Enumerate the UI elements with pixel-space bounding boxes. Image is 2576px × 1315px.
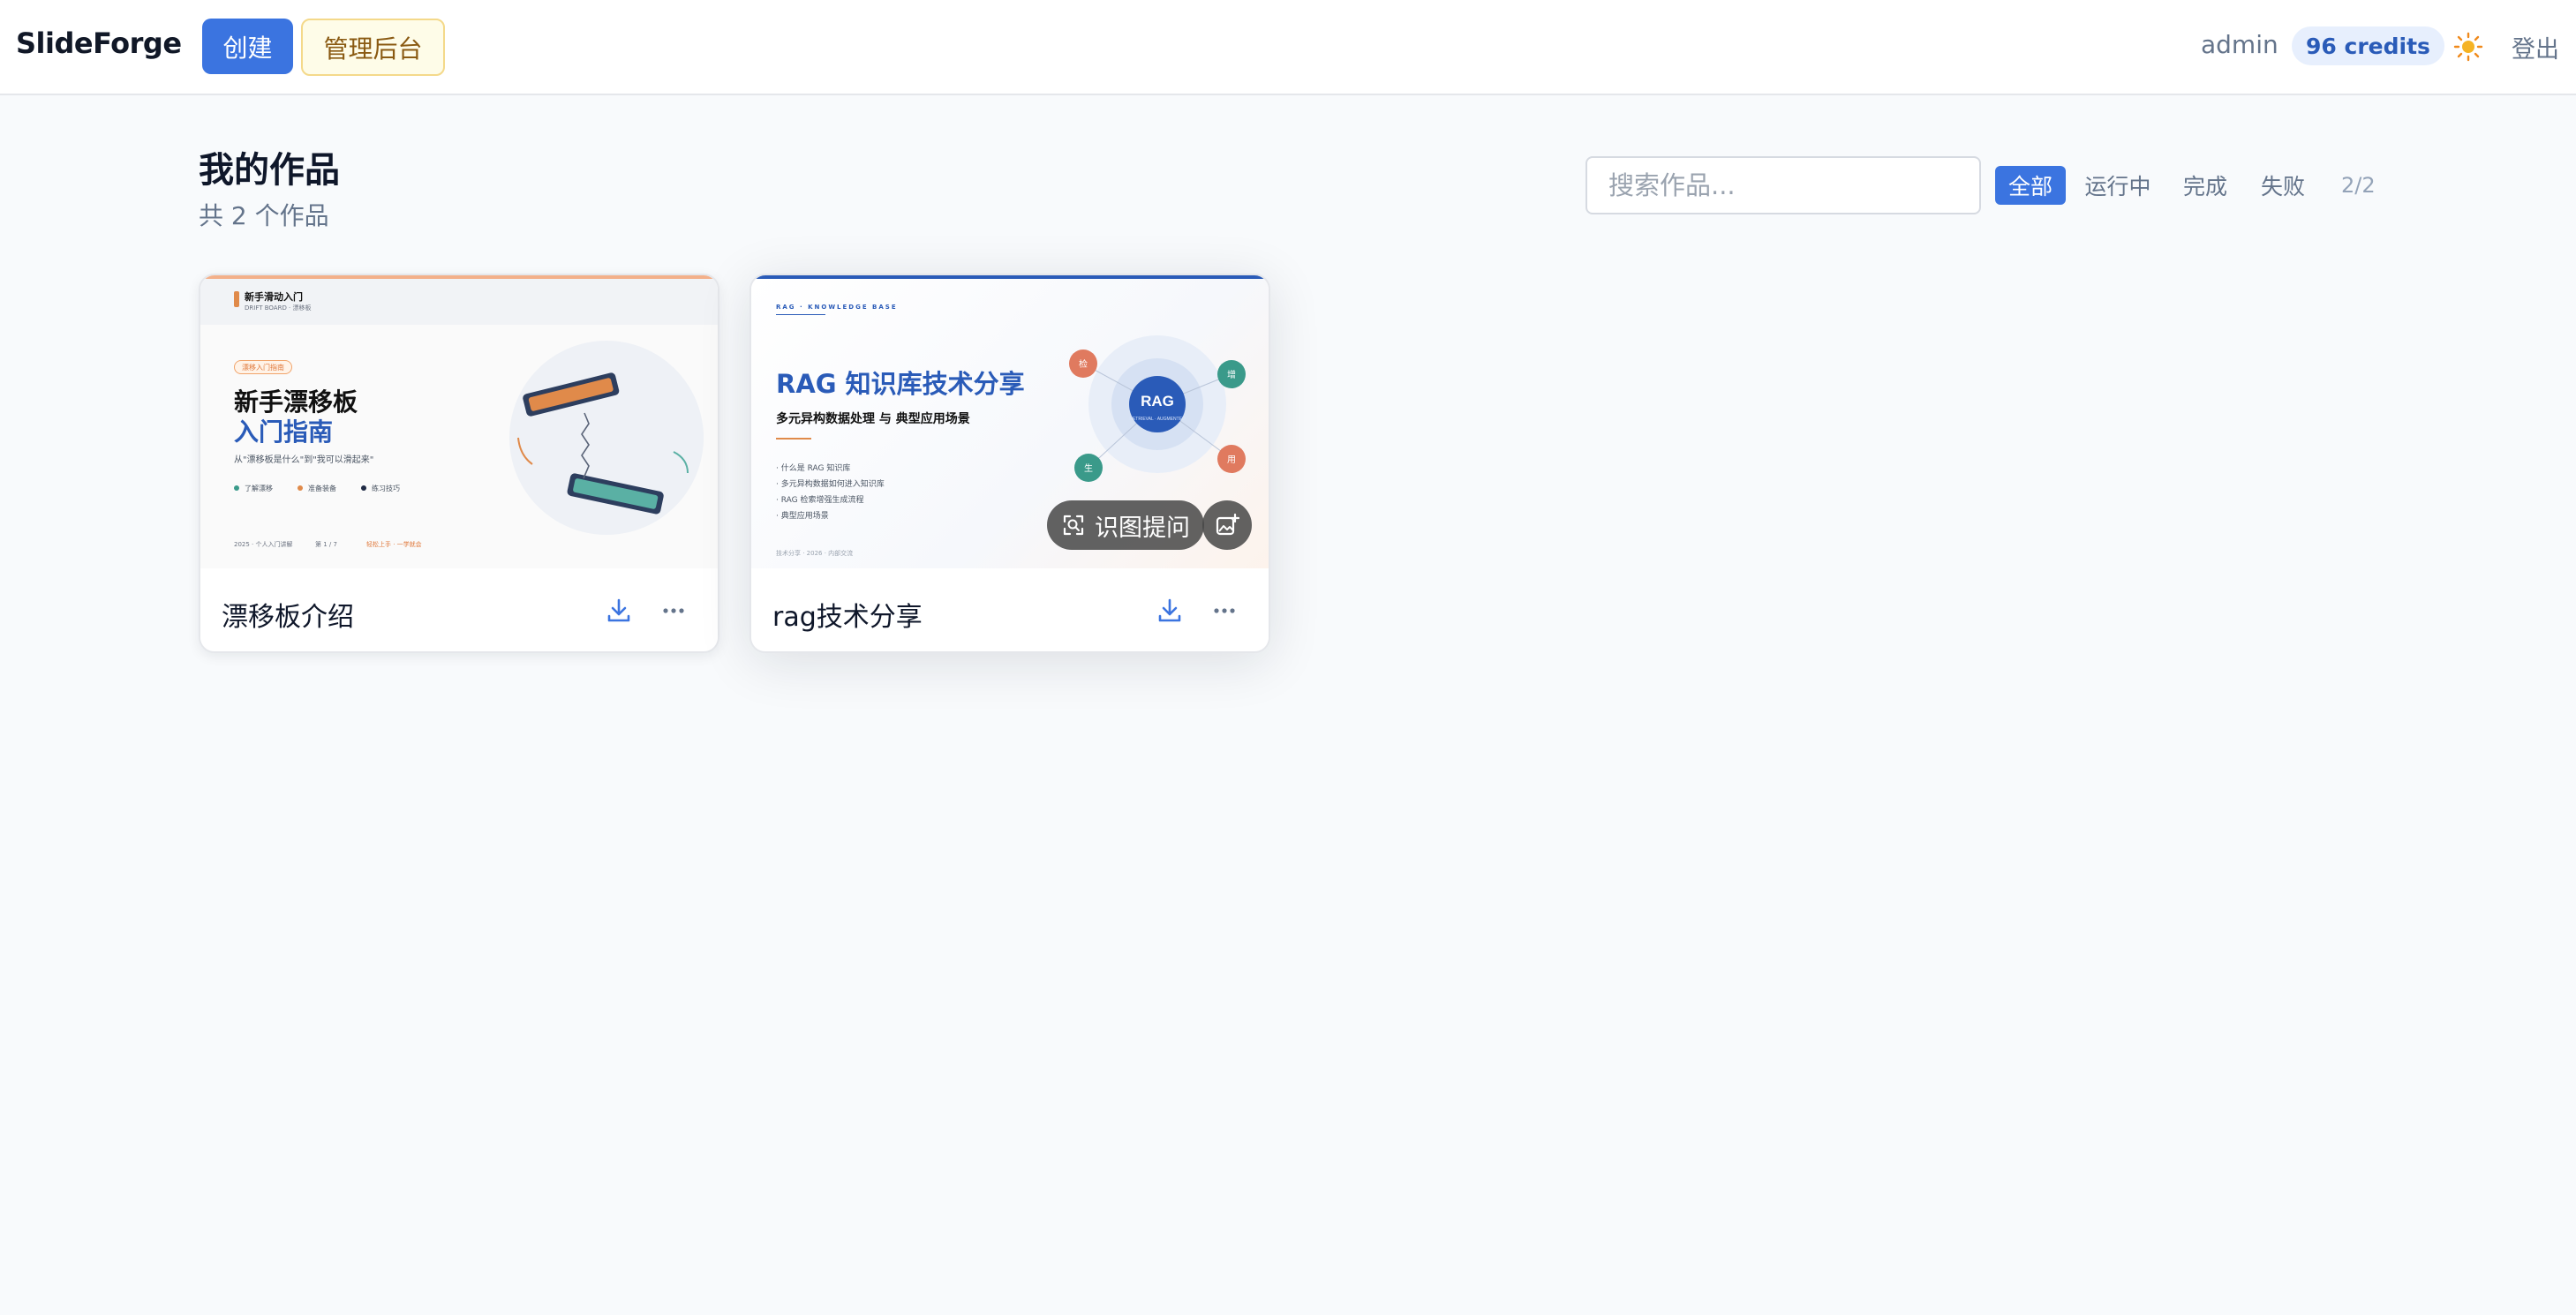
download-icon[interactable] [1154,595,1186,627]
scan-icon [1063,515,1084,536]
thumb-bullet: · 多元异构数据如何进入知识库 [776,480,885,489]
thumb-bullet: · RAG 检索增强生成流程 [776,496,864,505]
thumb-top-rule [776,314,825,315]
thumb-tag: 漂移入门指南 [234,360,292,374]
thumb-footer-left: 2025 · 个人入门讲解 [234,541,293,548]
filter-all[interactable]: 全部 [1995,166,2066,205]
rag-node: 用 [1227,455,1236,465]
create-button[interactable]: 创建 [202,19,293,74]
thumb-footer-right: 轻松上手 · 一学就会 [366,541,422,548]
admin-button[interactable]: 管理后台 [301,19,445,76]
thumb-title: RAG 知识库技术分享 [776,369,1025,399]
thumb-top-label: 新手滑动入门 [245,291,303,303]
card-title[interactable]: 漂移板介绍 [222,595,354,634]
top-nav: SlideForge 创建 管理后台 admin 96 credits 登出 [0,0,2576,95]
add-image-button[interactable] [1202,500,1252,550]
filter-running[interactable]: 运行中 [2078,166,2158,205]
rag-center-label: RAG [1141,393,1174,410]
thumb-footer-mid: 第 1 / 7 [315,541,337,548]
thumb-top-sub: DRIFT BOARD · 漂移板 [245,304,312,312]
more-icon[interactable] [658,595,689,627]
thumb-bullets: · 什么是 RAG 知识库 · 多元异构数据如何进入知识库 · RAG 检索增强… [776,461,885,524]
thumb-bullet: 练习技巧 [361,484,400,493]
thumb-bullet: · 什么是 RAG 知识库 [776,464,851,473]
credits-badge: 96 credits [2292,26,2444,65]
card-thumbnail[interactable]: 新手滑动入门 DRIFT BOARD · 漂移板 漂移入门指南 新手漂移板 入门… [200,275,718,568]
drift-board-illustration [509,341,704,535]
brand-logo[interactable]: SlideForge [16,26,182,60]
thumb-top-label: RAG · KNOWLEDGE BASE [776,304,898,311]
rag-node: 增 [1227,369,1236,380]
thumb-rule [776,438,811,440]
result-count: 2/2 [2341,173,2376,198]
rag-center-sub: RETRIEVAL · AUGMENTED [1129,417,1186,422]
download-icon[interactable] [603,595,635,627]
thumb-bullets: 了解漂移 准备装备 练习技巧 [234,484,400,493]
image-add-icon [1216,513,1240,536]
thumb-accent-bar [234,291,239,307]
ocr-ask-label: 识图提问 [1095,514,1190,542]
thumb-bullet: 准备装备 [298,484,336,493]
search-input[interactable] [1586,156,1981,214]
filter-failed[interactable]: 失败 [2255,166,2311,205]
thumb-footer: 技术分享 · 2026 · 内部交流 [776,550,854,557]
card-footer: rag技术分享 [751,568,1269,651]
username: admin [2201,30,2278,59]
thumb-bullet: 了解漂移 [234,484,273,493]
logout-link[interactable]: 登出 [2512,30,2559,64]
filter-done[interactable]: 完成 [2177,166,2233,205]
work-card[interactable]: 新手滑动入门 DRIFT BOARD · 漂移板 漂移入门指南 新手漂移板 入门… [199,274,719,653]
rag-node: 检 [1079,358,1088,370]
page-subtitle: 共 2 个作品 [199,201,329,230]
thumb-title-line2: 入门指南 [234,417,334,447]
card-footer: 漂移板介绍 [200,568,718,651]
thumb-subtitle: 从"漂移板是什么"到"我可以滑起来" [234,455,374,465]
page-title: 我的作品 [199,150,340,191]
rag-node: 生 [1084,462,1093,474]
ocr-ask-button[interactable]: 识图提问 [1047,500,1204,550]
more-icon[interactable] [1209,595,1240,627]
sun-icon[interactable] [2453,32,2483,62]
thumb-subtitle: 多元异构数据处理 与 典型应用场景 [776,412,970,426]
work-card[interactable]: RAG · KNOWLEDGE BASE RAG 知识库技术分享 多元异构数据处… [749,274,1270,653]
thumb-bullet: · 典型应用场景 [776,512,829,521]
card-title[interactable]: rag技术分享 [772,595,923,634]
